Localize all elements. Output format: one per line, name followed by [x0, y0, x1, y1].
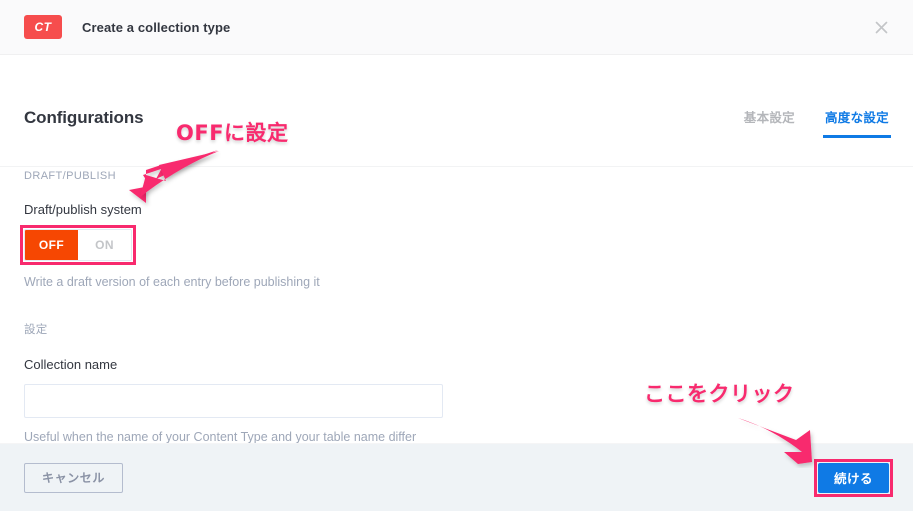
collection-type-badge: CT	[24, 15, 62, 39]
close-icon[interactable]	[871, 17, 891, 37]
draft-publish-help-text: Write a draft version of each entry befo…	[24, 275, 320, 289]
tab-advanced-settings[interactable]: 高度な設定	[822, 107, 892, 138]
settings-group-label: 設定	[24, 324, 48, 336]
modal-title: Create a collection type	[82, 19, 231, 35]
modal-header: CT Create a collection type	[0, 0, 913, 55]
cancel-button[interactable]: キャンセル	[24, 462, 124, 493]
collection-name-label: Collection name	[24, 357, 118, 372]
modal-footer: キャンセル 続ける	[0, 443, 913, 511]
settings-tabs: 基本設定 高度な設定	[744, 107, 892, 138]
draft-publish-toggle[interactable]: OFF ON	[24, 229, 132, 261]
collection-name-input[interactable]	[24, 384, 443, 418]
continue-button-wrap: 続ける	[813, 458, 893, 497]
configuration-form: DRAFT/PUBLISH Draft/publish system OFF O…	[0, 170, 913, 443]
draft-publish-group-label: DRAFT/PUBLISH	[24, 170, 116, 182]
toggle-option-off[interactable]: OFF	[25, 230, 78, 260]
section-header: Configurations 基本設定 高度な設定	[0, 83, 913, 138]
page-title: Configurations	[24, 108, 144, 127]
continue-button[interactable]: 続ける	[817, 462, 889, 493]
modal-body: Configurations 基本設定 高度な設定 DRAFT/PUBLISH …	[0, 55, 913, 443]
collection-name-help-text: Useful when the name of your Content Typ…	[24, 430, 417, 443]
tab-basic-settings[interactable]: 基本設定	[744, 107, 795, 138]
draft-publish-system-label: Draft/publish system	[24, 202, 142, 217]
create-collection-type-modal: CT Create a collection type Configuratio…	[0, 0, 913, 511]
header-divider	[0, 166, 913, 167]
draft-publish-toggle-wrap: OFF ON	[20, 225, 136, 265]
toggle-option-on[interactable]: ON	[78, 230, 131, 260]
